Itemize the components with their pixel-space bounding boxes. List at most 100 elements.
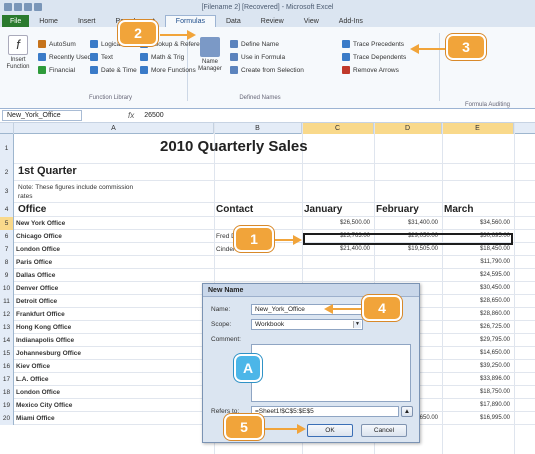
formula-auditing-label: Formula Auditing	[464, 102, 511, 108]
autosum-button[interactable]: AutoSum	[38, 39, 76, 49]
office-cell: New York Office	[16, 220, 66, 227]
row-header[interactable]: 6	[0, 230, 14, 243]
select-all-corner[interactable]	[0, 123, 14, 134]
header-january: January	[304, 204, 343, 215]
row-header[interactable]: 10	[0, 282, 14, 295]
tab-review[interactable]: Review	[251, 15, 294, 27]
logical-button[interactable]: Logical	[90, 39, 122, 49]
column-header-d[interactable]: D	[374, 123, 442, 134]
callout-arrow	[410, 44, 446, 54]
row-header[interactable]: 17	[0, 373, 14, 386]
callout-arrow	[324, 304, 362, 314]
arrow-icon	[342, 40, 350, 48]
tab-home[interactable]: Home	[29, 15, 68, 27]
insert-function-button[interactable]: f Insert Function	[4, 35, 32, 71]
sheet-subtitle: 1st Quarter	[18, 165, 77, 177]
callout-2: 2	[118, 20, 158, 46]
march-cell: $30,450.00	[479, 285, 510, 291]
table-row: 9 Dallas Office $24,595.00	[0, 269, 535, 282]
name-manager-button[interactable]: Name Manager	[196, 37, 224, 73]
recently-used-button[interactable]: Recently Used	[38, 52, 91, 62]
define-name-button[interactable]: Define Name	[230, 39, 279, 49]
scope-label: Scope:	[211, 321, 232, 328]
row-header[interactable]: 3	[0, 181, 14, 203]
cancel-button[interactable]: Cancel	[361, 424, 407, 437]
use-in-formula-button[interactable]: Use in Formula	[230, 52, 285, 62]
column-header-c[interactable]: C	[302, 123, 374, 134]
row-header[interactable]: 18	[0, 386, 14, 399]
callout-5: 5	[224, 414, 264, 440]
table-row: 3 Note: These figures include commission…	[0, 181, 535, 203]
date-time-button[interactable]: Date & Time	[90, 65, 137, 75]
row-header[interactable]: 15	[0, 347, 14, 360]
more-functions-button[interactable]: More Functions	[140, 65, 196, 75]
march-cell: $18,750.00	[479, 389, 510, 395]
create-from-selection-button[interactable]: Create from Selection	[230, 65, 304, 75]
grid-icon	[230, 66, 238, 74]
office-cell: Denver Office	[16, 285, 59, 292]
table-row: 1 2010 Quarterly Sales	[0, 134, 535, 164]
name-manager-icon	[200, 37, 220, 57]
row-header[interactable]: 14	[0, 334, 14, 347]
office-cell: Indianapolis Office	[16, 337, 75, 344]
chevron-down-icon[interactable]: ▼	[353, 321, 361, 328]
office-cell: Hong Kong Office	[16, 324, 72, 331]
row-header[interactable]: 5	[0, 217, 14, 230]
row-header[interactable]: 13	[0, 321, 14, 334]
scope-select[interactable]: Workbook ▼	[251, 319, 363, 330]
row-header[interactable]: 7	[0, 243, 14, 256]
column-header-a[interactable]: A	[14, 123, 214, 134]
january-cell: $26,500.00	[339, 220, 370, 226]
office-cell: Frankfurt Office	[16, 311, 65, 318]
comment-textarea[interactable]	[251, 344, 411, 402]
row-header[interactable]: 12	[0, 308, 14, 321]
tab-file[interactable]: File	[2, 15, 30, 27]
tab-formulas[interactable]: Formulas	[164, 15, 216, 27]
formula-bar: New_York_Office fx 26500	[0, 109, 535, 123]
book-icon	[90, 66, 98, 74]
callout-arrow	[264, 424, 306, 434]
trace-dependents-button[interactable]: Trace Dependents	[342, 52, 406, 62]
trace-precedents-button[interactable]: Trace Precedents	[342, 39, 404, 49]
row-header[interactable]: 11	[0, 295, 14, 308]
remove-arrows-button[interactable]: Remove Arrows	[342, 65, 399, 75]
row-header[interactable]: 19	[0, 399, 14, 412]
star-icon	[38, 53, 46, 61]
defined-names-group: Name Manager Define Name Use in Formula …	[190, 33, 440, 101]
callout-1: 1	[234, 226, 274, 252]
row-header[interactable]: 1	[0, 134, 14, 164]
column-header-e[interactable]: E	[442, 123, 514, 134]
callout-4: 4	[362, 295, 402, 321]
tab-view[interactable]: View	[294, 15, 329, 27]
row-header[interactable]: 8	[0, 256, 14, 269]
math-trig-button[interactable]: Math & Trig	[140, 52, 184, 62]
book-icon	[38, 66, 46, 74]
office-cell: L.A. Office	[16, 376, 49, 383]
fx-icon[interactable]: fx	[128, 111, 134, 120]
tab-data[interactable]: Data	[216, 15, 251, 27]
eraser-icon	[342, 66, 350, 74]
march-cell: $17,890.00	[479, 402, 510, 408]
february-cell	[376, 256, 438, 269]
tab-add-ins[interactable]: Add-Ins	[329, 15, 373, 27]
selected-range[interactable]	[303, 233, 513, 245]
text-button[interactable]: Text	[90, 52, 113, 62]
refers-to-field[interactable]: =Sheet1!$C$5:$E$5	[251, 406, 399, 417]
row-header[interactable]: 2	[0, 164, 14, 181]
march-cell: $28,650.00	[479, 298, 510, 304]
name-box[interactable]: New_York_Office	[2, 110, 82, 121]
column-header-b[interactable]: B	[214, 123, 302, 134]
row-header[interactable]: 16	[0, 360, 14, 373]
row-header[interactable]: 4	[0, 203, 14, 217]
collapse-dialog-button[interactable]: ▲	[401, 406, 413, 417]
march-cell: $28,860.00	[479, 311, 510, 317]
financial-button[interactable]: Financial	[38, 65, 75, 75]
office-cell: Chicago Office	[16, 233, 62, 240]
ok-button[interactable]: OK	[307, 424, 353, 437]
february-cell	[376, 269, 438, 282]
formula-input[interactable]: 26500	[144, 112, 163, 119]
tab-insert[interactable]: Insert	[68, 15, 106, 27]
march-cell: $16,995.00	[479, 415, 510, 421]
row-header[interactable]: 9	[0, 269, 14, 282]
row-header[interactable]: 20	[0, 412, 14, 425]
